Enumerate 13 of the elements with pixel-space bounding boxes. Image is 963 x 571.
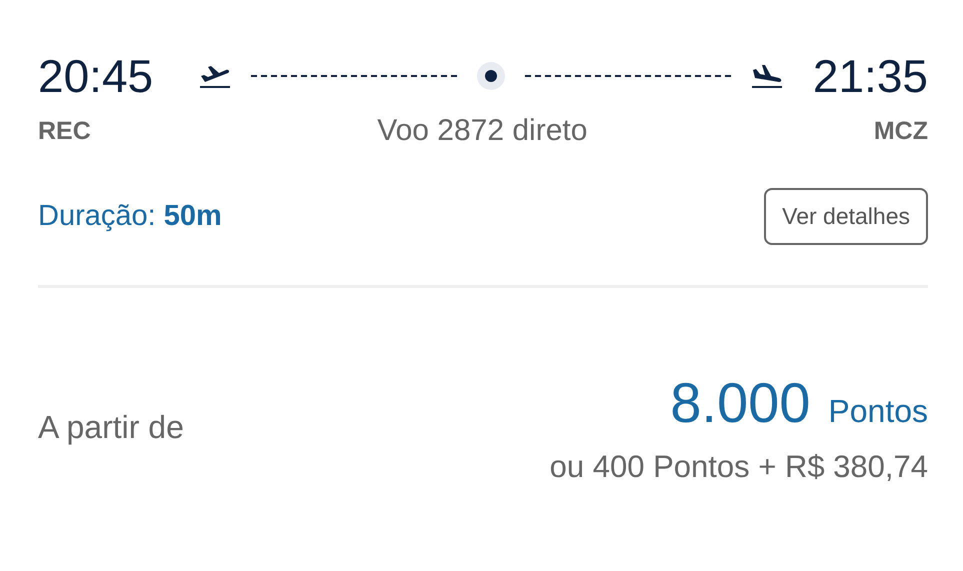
points-amount: 8.000 [670,370,810,435]
points-unit: Pontos [828,393,928,430]
flight-number: Voo 2872 direto [377,114,588,148]
departure-time: 20:45 [38,49,154,104]
route-dot-icon [477,62,505,90]
duration-text: Duração: 50m [38,200,222,233]
arrival-airport: MCZ [874,116,928,146]
departure-airport: REC [38,116,91,146]
price-label: A partir de [38,409,184,446]
arrival-time: 21:35 [812,49,928,104]
plane-landing-icon [750,62,783,90]
alternative-price: ou 400 Pontos + R$ 380,74 [550,449,928,485]
details-button[interactable]: Ver detalhes [764,188,928,245]
